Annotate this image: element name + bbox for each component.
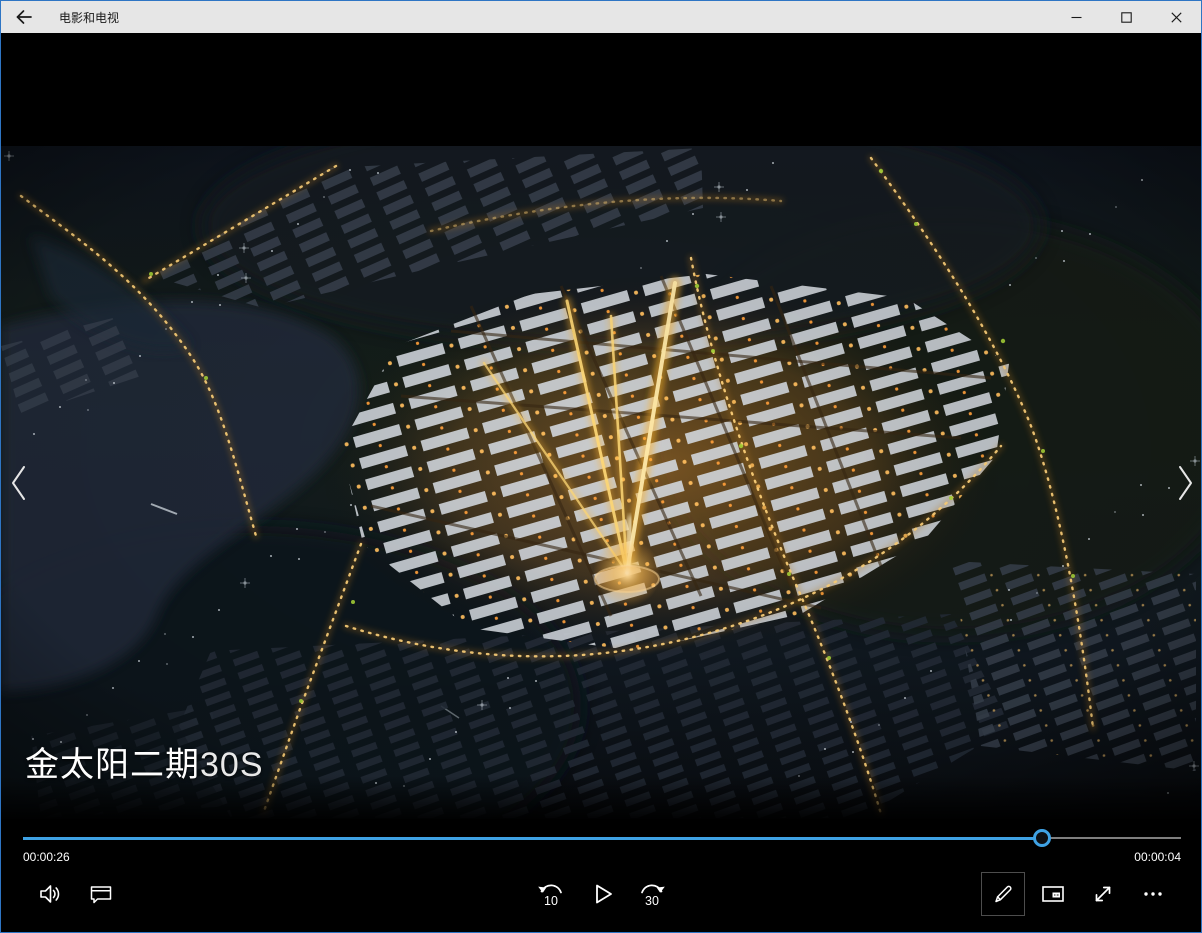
play-icon [588,880,616,908]
play-button[interactable] [580,872,624,916]
titlebar: 电影和电视 [1,1,1201,33]
miniplayer-icon [1040,881,1066,907]
overlay-title-main: 金太阳二期 [25,746,200,784]
maximize-button[interactable] [1101,1,1151,33]
skip-forward-30-icon: 30 [636,878,668,910]
window-controls [1051,1,1201,33]
seek-bar[interactable] [23,829,1181,847]
volume-button[interactable] [28,872,72,916]
video-frame[interactable] [1,146,1202,821]
remaining-time: 00:00:04 [1134,850,1181,864]
chevron-left-icon [8,463,30,503]
pencil-icon [990,881,1016,907]
time-labels: 00:00:26 00:00:04 [23,850,1181,864]
volume-icon [37,881,63,907]
maximize-icon [1121,12,1132,23]
skip-forward-button[interactable]: 30 [630,872,674,916]
skip-back-10-icon: 10 [535,878,567,910]
fullscreen-icon [1090,881,1116,907]
close-icon [1171,12,1182,23]
video-overlay-title: 金太阳二期30S [25,745,264,786]
previous-video-button[interactable] [4,461,34,505]
more-icon [1140,881,1166,907]
app-window: 电影和电视 [0,0,1202,933]
edit-ink-button[interactable] [981,872,1025,916]
close-button[interactable] [1151,1,1201,33]
overlay-title-suffix: 30S [200,746,264,784]
seek-fill [23,837,1042,840]
next-video-button[interactable] [1170,461,1200,505]
elapsed-time: 00:00:26 [23,850,70,864]
chevron-right-icon [1174,463,1196,503]
minimize-button[interactable] [1051,1,1101,33]
captions-button[interactable] [79,872,123,916]
transport-bar: 00:00:26 00:00:04 [1,819,1202,933]
captions-icon [88,881,114,907]
app-title: 电影和电视 [59,9,119,26]
skip-back-label: 10 [544,894,558,908]
skip-forward-label: 30 [645,894,659,908]
back-button[interactable] [1,1,47,33]
video-stage: 金太阳二期30S 00:00:26 00:00:04 [1,33,1202,933]
fullscreen-button[interactable] [1081,872,1125,916]
more-options-button[interactable] [1131,872,1175,916]
skip-back-button[interactable]: 10 [529,872,573,916]
seek-thumb[interactable] [1033,829,1051,847]
miniplayer-button[interactable] [1031,872,1075,916]
back-icon [14,7,34,27]
minimize-icon [1071,12,1082,23]
